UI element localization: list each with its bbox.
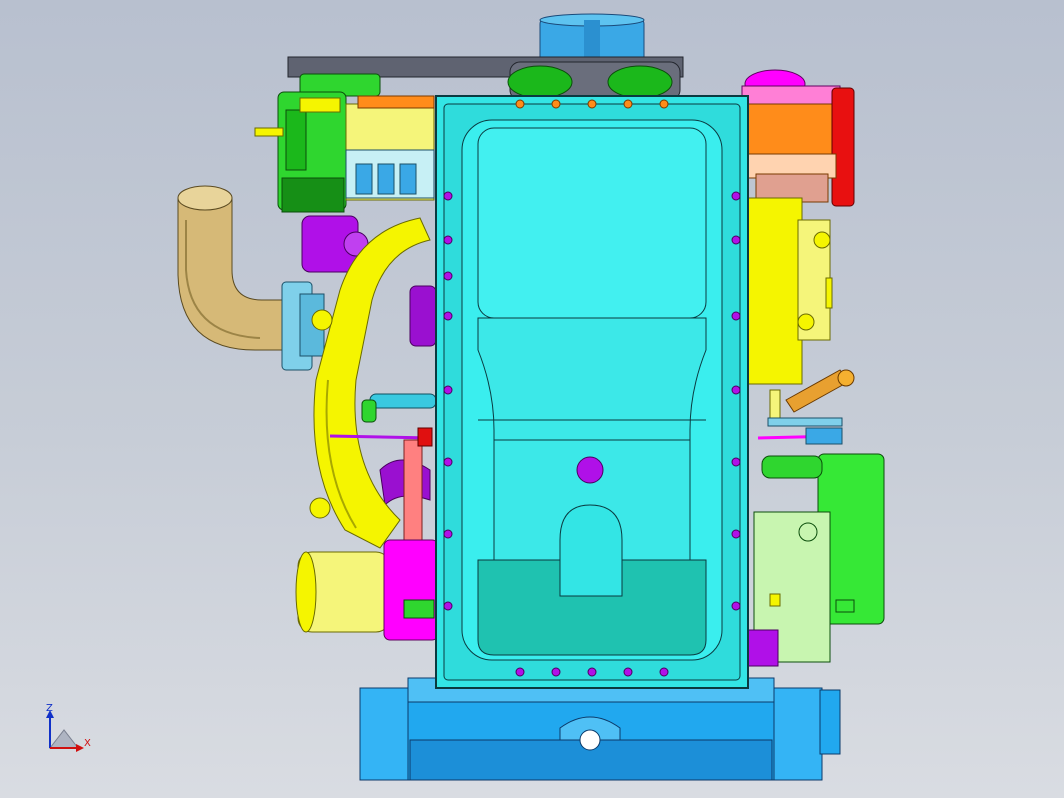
- oil-drain-plug-icon: [576, 456, 604, 484]
- oil-pan: [435, 95, 749, 689]
- engine-model[interactable]: Z X: [0, 0, 1064, 798]
- starter-motor: [747, 453, 885, 667]
- bolt-icon: [551, 667, 561, 677]
- bolt-icon: [443, 529, 453, 539]
- intake-elbow-tube: [177, 185, 325, 371]
- bolt-icon: [659, 667, 669, 677]
- bolt-icon: [731, 601, 741, 611]
- bolt-icon: [731, 457, 741, 467]
- right-pump-block: [743, 197, 855, 421]
- bolt-icon: [443, 271, 453, 281]
- bolt-icon: [443, 235, 453, 245]
- right-upper-accessories: [741, 69, 855, 207]
- x-axis-label: X: [84, 738, 91, 749]
- lower-left-housing: [295, 539, 439, 641]
- bolt-icon: [731, 191, 741, 201]
- bolt-icon: [443, 385, 453, 395]
- bolt-icon: [443, 191, 453, 201]
- bolt-icon: [587, 99, 597, 109]
- right-lines: [757, 417, 843, 445]
- bolt-icon: [587, 667, 597, 677]
- z-axis-label: Z: [46, 703, 53, 714]
- drive-belt: [287, 56, 684, 101]
- bolt-icon: [731, 235, 741, 245]
- bolt-icon: [515, 99, 525, 109]
- coordinate-triad: Z X: [46, 703, 91, 752]
- bolt-icon: [443, 311, 453, 321]
- bolt-icon: [731, 385, 741, 395]
- bolt-icon: [551, 99, 561, 109]
- left-upper-accessories: [254, 91, 435, 213]
- bolt-icon: [623, 99, 633, 109]
- bolt-icon: [443, 601, 453, 611]
- bolt-icon: [659, 99, 669, 109]
- bolt-icon: [623, 667, 633, 677]
- bolt-icon: [515, 667, 525, 677]
- cad-viewport[interactable]: Z X: [0, 0, 1064, 798]
- bolt-icon: [731, 529, 741, 539]
- engine-base: [359, 677, 841, 781]
- bolt-icon: [731, 311, 741, 321]
- bolt-icon: [443, 457, 453, 467]
